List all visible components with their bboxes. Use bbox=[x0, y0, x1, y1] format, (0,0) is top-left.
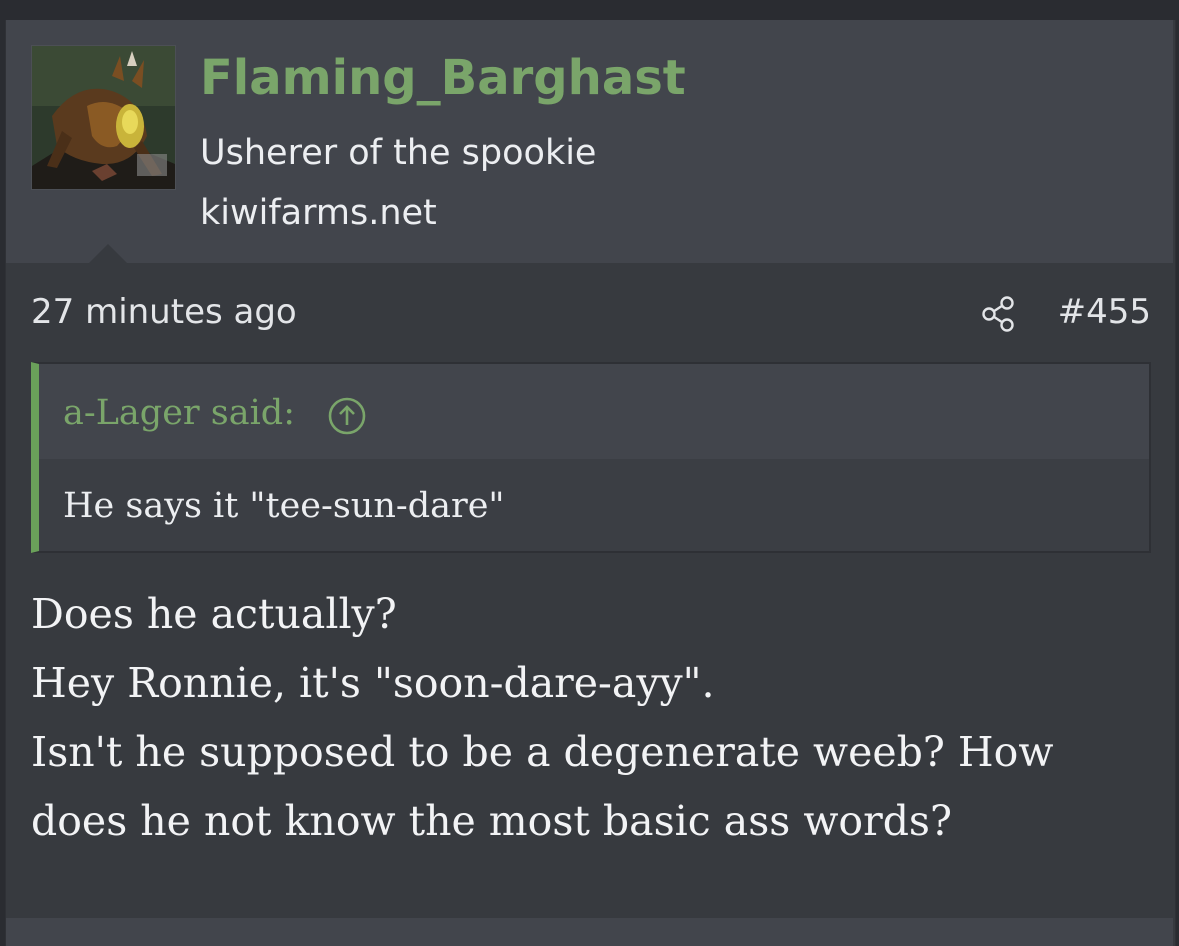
user-header: Flaming_Barghast Usherer of the spookie … bbox=[6, 20, 1173, 263]
post-number-link[interactable]: #455 bbox=[1058, 290, 1151, 334]
avatar-creature-image bbox=[32, 46, 175, 189]
post-body-line: Does he actually? bbox=[31, 590, 397, 638]
share-icon[interactable] bbox=[978, 294, 1018, 334]
post-timestamp[interactable]: 27 minutes ago bbox=[31, 290, 297, 334]
quote-block: a-Lager said: He says it "tee-sun-dare" bbox=[31, 362, 1151, 553]
quote-author-link[interactable]: a-Lager said: bbox=[63, 391, 295, 435]
quote-text: He says it "tee-sun-dare" bbox=[63, 486, 505, 526]
post-container: Flaming_Barghast Usherer of the spookie … bbox=[5, 20, 1176, 946]
post-body-line: Hey Ronnie, it's "soon-dare-ayy". bbox=[31, 659, 715, 707]
avatar[interactable] bbox=[31, 45, 176, 190]
user-title: Usherer of the spookie bbox=[200, 133, 597, 173]
user-site: kiwifarms.net bbox=[200, 193, 437, 233]
username-link[interactable]: Flaming_Barghast bbox=[200, 48, 686, 108]
post-body-line: Isn't he supposed to be a degenerate wee… bbox=[31, 728, 1054, 776]
post-body: Does he actually? Hey Ronnie, it's "soon… bbox=[31, 580, 1151, 856]
header-pointer bbox=[88, 244, 128, 264]
arrow-up-circle-icon[interactable] bbox=[327, 396, 367, 436]
post-body-line: does he not know the most basic ass word… bbox=[31, 797, 952, 845]
post-footer bbox=[6, 918, 1173, 946]
quote-header: a-Lager said: bbox=[39, 364, 1149, 459]
